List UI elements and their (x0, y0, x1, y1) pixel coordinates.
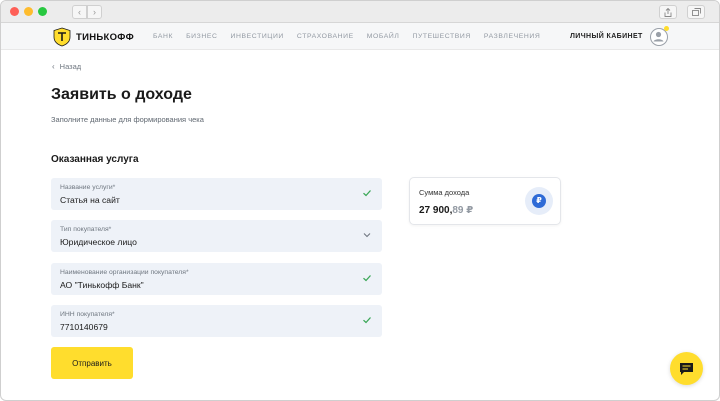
service-name-field[interactable]: Название услуги* Статья на сайт (51, 178, 382, 210)
check-icon (363, 275, 371, 282)
tab-overview-button[interactable] (687, 5, 705, 19)
browser-window: ‹ › ТИНЬКОФФ БАНК БИЗНЕС ИНВЕСТИЦИИ СТРА… (0, 0, 720, 401)
field-value: АО "Тинькофф Банк" (60, 280, 144, 290)
chat-icon (680, 363, 693, 375)
income-label: Сумма дохода (419, 188, 470, 197)
share-button[interactable] (659, 5, 677, 19)
field-label: Название услуги* (60, 184, 116, 191)
buyer-organization-field[interactable]: Наименование организации покупателя* АО … (51, 263, 382, 295)
submit-button[interactable]: Отправить (51, 347, 133, 379)
field-label: ИНН покупателя* (60, 311, 115, 318)
field-value: 7710140679 (60, 322, 108, 332)
nav-item-bank[interactable]: БАНК (153, 33, 173, 40)
site-header: ТИНЬКОФФ БАНК БИЗНЕС ИНВЕСТИЦИИ СТРАХОВА… (1, 23, 719, 50)
income-amount: 27 900,89 ₽ (419, 205, 473, 216)
maximize-window-button[interactable] (38, 7, 47, 16)
chevron-left-icon: ‹ (52, 62, 55, 71)
field-label: Наименование организации покупателя* (60, 269, 189, 276)
chat-button[interactable] (670, 352, 703, 385)
page-title: Заявить о доходе (51, 86, 192, 103)
back-link-label: Назад (59, 62, 82, 71)
browser-toolbar: ‹ › (1, 1, 719, 23)
minimize-window-button[interactable] (24, 7, 33, 16)
nav-item-insurance[interactable]: СТРАХОВАНИЕ (297, 33, 354, 40)
browser-forward-button[interactable]: › (87, 5, 102, 19)
income-amount-kopecks: 89 ₽ (452, 205, 474, 216)
income-amount-main: 27 900, (419, 205, 453, 216)
buyer-inn-field[interactable]: ИНН покупателя* 7710140679 (51, 305, 382, 337)
personal-cabinet-link[interactable]: ЛИЧНЫЙ КАБИНЕТ (570, 33, 643, 40)
chevron-down-icon (363, 233, 371, 238)
buyer-type-select[interactable]: Тип покупателя* Юридическое лицо (51, 220, 382, 252)
section-title: Оказанная услуга (51, 154, 139, 165)
field-value: Юридическое лицо (60, 237, 137, 247)
back-link[interactable]: ‹ Назад (52, 62, 81, 71)
nav-item-entertainment[interactable]: РАЗВЛЕЧЕНИЯ (484, 33, 540, 40)
field-value: Статья на сайт (60, 195, 120, 205)
check-icon (363, 190, 371, 197)
logo-shield-icon (53, 27, 71, 47)
check-icon (363, 317, 371, 324)
user-icon (653, 31, 664, 42)
field-label: Тип покупателя* (60, 226, 112, 233)
main-nav: БАНК БИЗНЕС ИНВЕСТИЦИИ СТРАХОВАНИЕ МОБАЙ… (153, 33, 553, 40)
income-summary-card: Сумма дохода 27 900,89 ₽ ₽ (409, 177, 561, 225)
share-icon (664, 7, 672, 17)
nav-item-investments[interactable]: ИНВЕСТИЦИИ (231, 33, 284, 40)
ruble-badge: ₽ (525, 187, 553, 215)
close-window-button[interactable] (10, 7, 19, 16)
tinkoff-logo[interactable]: ТИНЬКОФФ (52, 27, 134, 47)
page-subtitle: Заполните данные для формирования чека (51, 115, 204, 124)
ruble-icon: ₽ (532, 194, 546, 208)
browser-back-button[interactable]: ‹ (72, 5, 87, 19)
notification-dot (664, 26, 669, 31)
brand-name: ТИНЬКОФФ (76, 31, 134, 43)
nav-item-travel[interactable]: ПУТЕШЕСТВИЯ (412, 33, 470, 40)
nav-item-mobile[interactable]: МОБАЙЛ (367, 33, 400, 40)
tabs-icon (691, 8, 701, 16)
nav-item-business[interactable]: БИЗНЕС (186, 33, 217, 40)
